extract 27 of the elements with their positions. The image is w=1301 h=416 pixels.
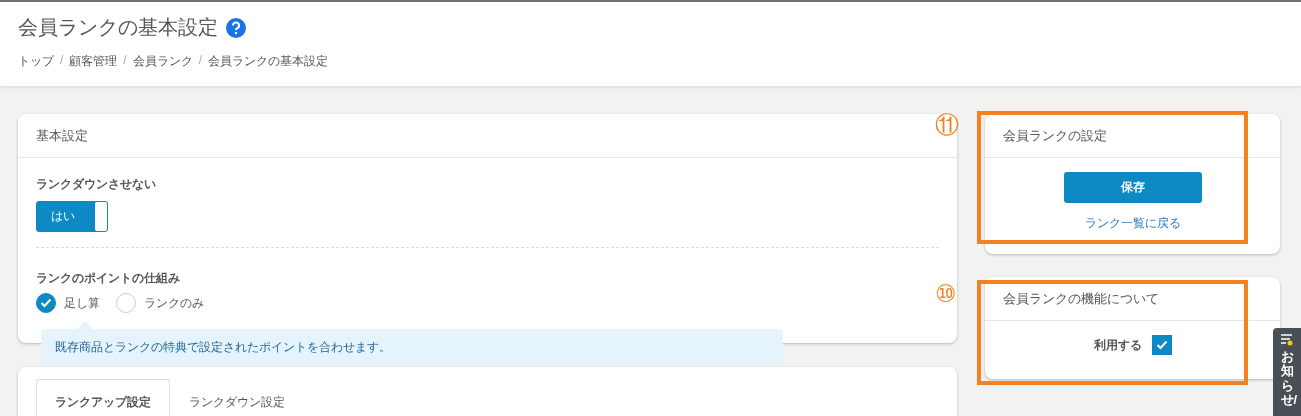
notice-tab[interactable]: お知らせ/ <box>1273 328 1301 416</box>
tab[interactable]: ランクアップ設定 <box>36 379 170 416</box>
field-label: ランクのポイントの仕組み <box>36 270 181 287</box>
tooltip-arrow <box>77 321 93 329</box>
page-title: 会員ランクの基本設定 <box>18 15 218 40</box>
breadcrumb-link[interactable]: 会員ランク <box>132 53 193 70</box>
checkbox-label: 利用する <box>1093 336 1142 354</box>
breadcrumb-separator: / <box>198 53 203 69</box>
list-icon <box>1280 334 1294 346</box>
annotation-number: ⑪ <box>935 113 959 137</box>
radio-option[interactable]: 足し算 <box>36 293 100 313</box>
check-icon <box>40 298 52 308</box>
toggle-switch[interactable]: はい <box>36 201 108 232</box>
back-link[interactable]: ランク一覧に戻る <box>1084 215 1181 232</box>
annotation-number: ⑩ <box>935 282 957 306</box>
checkbox[interactable] <box>1151 335 1172 355</box>
breadcrumb-separator: / <box>123 53 127 69</box>
breadcrumb-link[interactable]: トップ <box>18 53 54 70</box>
card-title: 会員ランクの設定 <box>985 114 1280 158</box>
breadcrumb-link[interactable]: 顧客管理 <box>69 53 118 70</box>
check-icon <box>1155 340 1168 350</box>
save-button[interactable]: 保存 <box>1063 172 1202 203</box>
field-label: ランクダウンさせない <box>36 176 157 193</box>
breadcrumb-separator: / <box>60 53 64 69</box>
card-title: 会員ランクの機能について <box>985 277 1280 321</box>
radio-option[interactable]: ランクのみ <box>116 293 204 313</box>
help-icon[interactable] <box>226 17 246 38</box>
